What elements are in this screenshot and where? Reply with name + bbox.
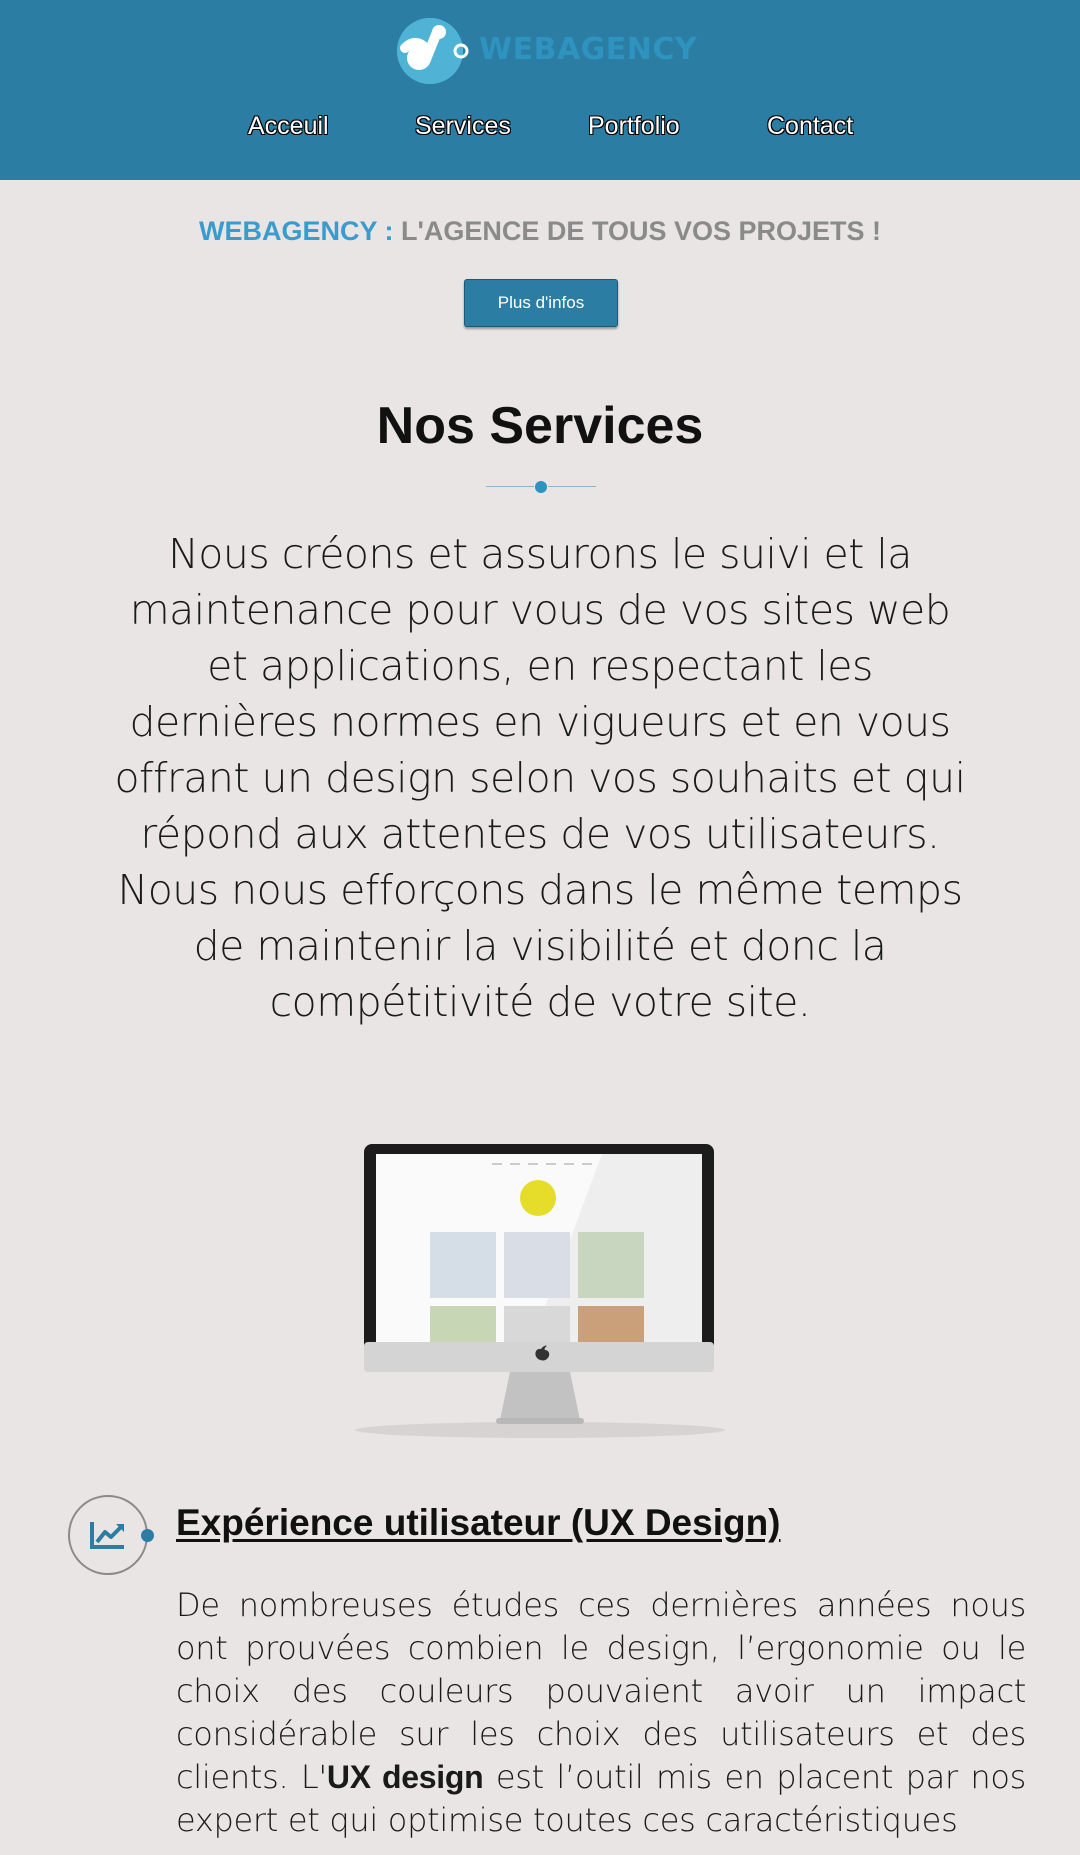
title-divider (486, 480, 596, 494)
feature-title[interactable]: Expérience utilisateur (UX Design) (176, 1502, 781, 1544)
nav-item-services[interactable]: Services (415, 112, 511, 141)
nav-item-contact[interactable]: Contact (767, 112, 853, 141)
tagline: WEBAGENCY : L'AGENCE DE TOUS VOS PROJETS… (0, 216, 1080, 247)
nav-item-portfolio[interactable]: Portfolio (588, 112, 680, 141)
logo[interactable]: WEBAGENCY (397, 18, 697, 84)
more-info-button[interactable]: Plus d'infos (464, 279, 618, 327)
chart-line-icon (68, 1495, 148, 1575)
section-title: Nos Services (376, 397, 704, 455)
site-header: WEBAGENCY Acceuil Services Portfolio Con… (0, 0, 1080, 180)
tagline-brand: WEBAGENCY : (198, 216, 394, 246)
feature-text-bold: UX design (326, 1759, 484, 1795)
tagline-text: L'AGENCE DE TOUS VOS PROJETS ! (401, 216, 882, 246)
logo-ring-icon (453, 43, 469, 59)
services-intro: Nous créons et assurons le suivi et la m… (114, 530, 966, 1026)
feature-dot (141, 1529, 154, 1542)
nav-item-acceuil[interactable]: Acceuil (248, 112, 329, 141)
feature-text: De nombreuses études ces dernières année… (176, 1584, 1026, 1842)
main-nav: Acceuil Services Portfolio Contact (0, 112, 1080, 148)
logo-text: WEBAGENCY (479, 32, 698, 67)
imac-illustration (352, 1140, 728, 1440)
